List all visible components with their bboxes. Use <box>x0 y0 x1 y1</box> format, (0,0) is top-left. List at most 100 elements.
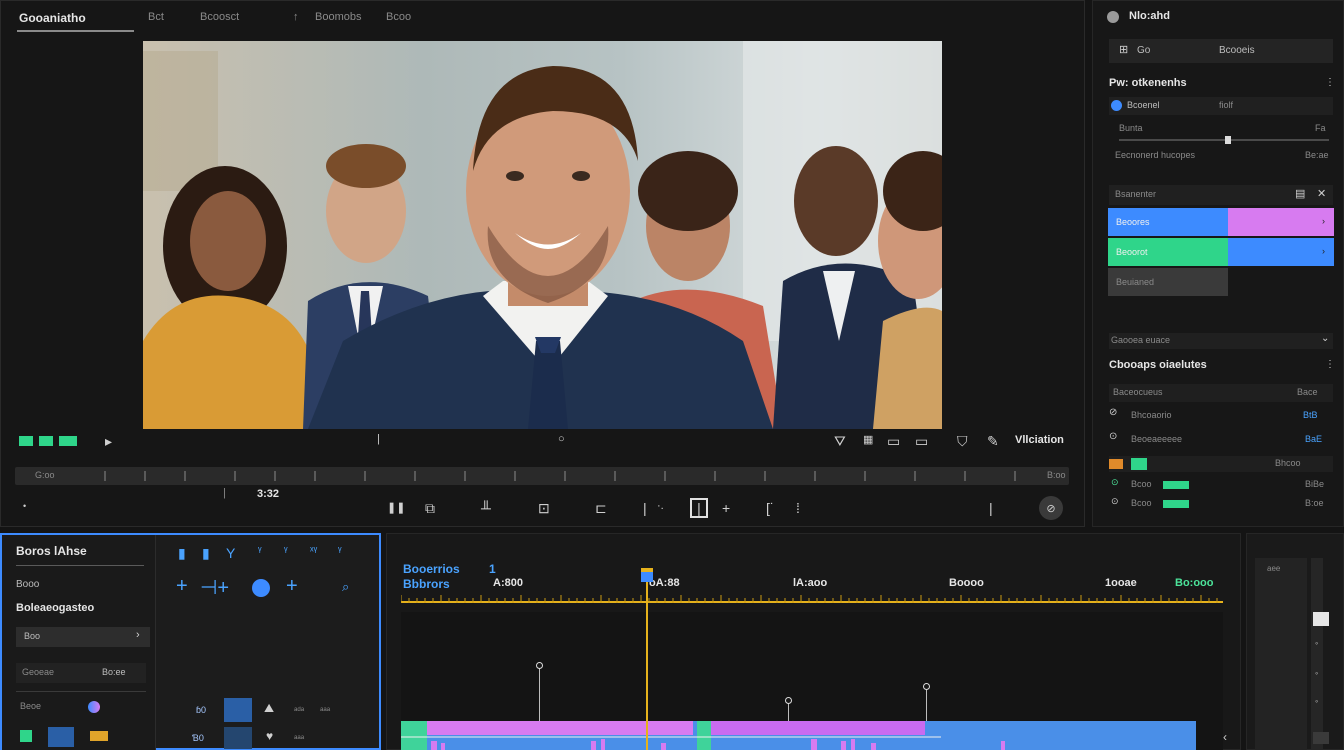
split-icon[interactable]: ╨ <box>481 500 491 516</box>
section2-row-6[interactable]: ⊙ Bcoo B:oe <box>1109 496 1333 512</box>
video-preview[interactable] <box>143 41 942 429</box>
clip-pink-2[interactable] <box>711 721 925 735</box>
inspector-dropdown[interactable]: Gaooea euace ⌄ <box>1109 333 1333 349</box>
meter-icon-2[interactable]: ◦ <box>1315 638 1318 648</box>
audio-meter-icon[interactable] <box>19 434 79 448</box>
tool-search-icon[interactable]: ⌕ <box>342 579 349 595</box>
grid-tab-icon[interactable]: ⊞ <box>1119 43 1128 56</box>
screen-icon[interactable]: ▭ <box>915 433 928 450</box>
section2-more-icon[interactable]: ⋮ <box>1325 359 1335 370</box>
tool-circle-icon[interactable] <box>252 579 270 597</box>
viewer-label[interactable]: Vllciation <box>1015 434 1064 446</box>
layer-row-1[interactable]: Beoores › <box>1108 208 1334 236</box>
shield-icon[interactable]: ⛉ <box>957 433 968 450</box>
tab-settings[interactable]: Bcooeis <box>1219 45 1255 56</box>
tool-cross-icon[interactable]: + <box>286 575 298 598</box>
menu-item-4[interactable]: Bcoo <box>386 11 411 23</box>
layers-list-icon[interactable]: ▤ <box>1295 187 1305 200</box>
keyframe-1[interactable] <box>539 664 540 722</box>
caption-icon[interactable]: ▭ <box>887 433 900 450</box>
tool-slideshow-icon[interactable]: ▮ <box>178 545 186 562</box>
tool-tilde-icon[interactable]: ᵞ <box>284 545 288 557</box>
filter-icon[interactable]: ⛛ <box>834 433 846 450</box>
ripple-icon[interactable]: ·. <box>657 500 664 512</box>
pen-icon[interactable]: ✎ <box>987 433 999 450</box>
row-3-toggle-icon[interactable]: ⊙ <box>1109 431 1117 442</box>
clip-pink-1[interactable] <box>427 721 693 735</box>
tool-book-icon[interactable]: ▮ <box>202 545 210 562</box>
row-6-toggle-icon[interactable]: ⊙ <box>1111 496 1119 507</box>
layers-close-icon[interactable]: ✕ <box>1317 187 1326 200</box>
row-2-toggle-icon[interactable]: ⊘ <box>1109 407 1117 418</box>
layer-2-arrow-icon[interactable]: › <box>1322 246 1325 256</box>
playhead-handle[interactable] <box>641 568 653 582</box>
circle-icon[interactable]: ○ <box>558 433 565 445</box>
clip-icon[interactable]: ⧉ <box>425 500 435 517</box>
layer-1-arrow-icon[interactable]: › <box>1322 216 1325 226</box>
blue-chip[interactable] <box>48 727 74 747</box>
meter-button-1[interactable] <box>1313 612 1329 626</box>
layer-row-3[interactable]: Beuianed <box>1108 268 1228 296</box>
tool-pin-icon[interactable]: ♥ <box>266 729 273 743</box>
tool-box-2[interactable] <box>224 727 252 749</box>
orange-chip[interactable] <box>90 731 108 741</box>
effects-dropdown[interactable]: Boo › <box>16 627 150 647</box>
keyframe-3[interactable] <box>926 686 927 722</box>
play-icon[interactable]: ▸ <box>105 433 112 450</box>
section2-row-4[interactable]: Bhcoo <box>1109 456 1333 472</box>
row-5-check-icon[interactable]: ⊙ <box>1111 477 1119 488</box>
grid-icon[interactable]: ▦ <box>863 433 873 446</box>
tool-wave-icon[interactable]: ˣᵞ <box>310 545 317 557</box>
tab-go[interactable]: Go <box>1137 45 1150 56</box>
tool-selected-box[interactable] <box>224 698 252 722</box>
meter-scroll[interactable] <box>1311 558 1323 750</box>
pin-icon[interactable]: ↑ <box>293 11 299 23</box>
bracket-icon[interactable]: [˙ <box>766 500 775 516</box>
tool-plus-icon[interactable]: + <box>176 575 188 598</box>
meter-icon-3[interactable]: ◦ <box>1315 668 1318 678</box>
section1-more-icon[interactable]: ⋮ <box>1325 77 1335 88</box>
crop-icon[interactable]: ⊏ <box>595 500 607 517</box>
section2-row-1[interactable]: Baceocueus Bace <box>1109 384 1333 402</box>
more-icon[interactable]: ⁞ <box>796 500 800 516</box>
app-title[interactable]: Gooaniatho <box>19 11 86 25</box>
menu-item-2[interactable]: Bcoosct <box>200 11 239 23</box>
keyframe-1-head[interactable] <box>536 662 543 669</box>
select-tool-icon[interactable]: | <box>690 498 708 518</box>
meter-icon-4[interactable]: ◦ <box>1315 696 1318 706</box>
section2-row-5[interactable]: ⊙ Bcoo BiBe <box>1109 477 1333 493</box>
effects-field[interactable]: Geoeae Bo:ee <box>16 663 146 683</box>
pause-icon[interactable]: ❚❚ <box>387 501 405 514</box>
tool-y-icon[interactable]: Y <box>226 545 235 561</box>
keyframe-3-head[interactable] <box>923 683 930 690</box>
section2-row-2[interactable]: ⊘ Bhcoaorio BtB <box>1109 407 1333 425</box>
section1-slider[interactable] <box>1119 136 1329 144</box>
green-chip[interactable] <box>20 730 32 742</box>
tool-arrow-icon[interactable]: ⊣+ <box>200 575 229 600</box>
section1-row-2[interactable]: Bunta Fa <box>1109 119 1333 144</box>
section2-row-3[interactable]: ⊙ Beoeaeeeee BaE <box>1109 431 1333 449</box>
keyframe-2-head[interactable] <box>785 697 792 704</box>
tool-v-icon[interactable]: ᵞ <box>258 545 262 557</box>
tool-check-icon[interactable]: ᵞ <box>338 545 342 557</box>
section1-row-3[interactable]: Eecnonerd hucopes Be:ae <box>1109 147 1333 167</box>
marker-icon[interactable]: | <box>377 433 380 445</box>
scroll-left-icon[interactable]: ‹ <box>1223 730 1227 744</box>
folder-icon[interactable]: ⊡ <box>538 500 550 517</box>
scrub-bar[interactable]: G:oo B:oo <box>15 467 1069 485</box>
playhead-line[interactable] <box>646 574 648 750</box>
ruler-ticks <box>401 595 1218 603</box>
tool-people-icon[interactable]: ⛰ <box>264 701 274 716</box>
add-icon[interactable]: + <box>722 500 730 516</box>
meter-button-5[interactable] <box>1313 732 1329 744</box>
menu-item-1[interactable]: Bct <box>148 11 164 23</box>
section1-slider-thumb[interactable] <box>1225 136 1231 144</box>
layer-row-2[interactable]: Beoorot › <box>1108 238 1334 266</box>
record-button[interactable]: ⊘ <box>1039 496 1063 520</box>
dot-icon[interactable]: • <box>23 501 26 511</box>
section1-row-1[interactable]: Bcoenel fiolf <box>1109 97 1333 115</box>
cut-icon[interactable]: | <box>643 500 647 516</box>
menu-item-3[interactable]: Boomobs <box>315 11 361 23</box>
color-dot-icon[interactable] <box>88 701 100 713</box>
effects-item-1[interactable]: Booo <box>16 579 39 590</box>
